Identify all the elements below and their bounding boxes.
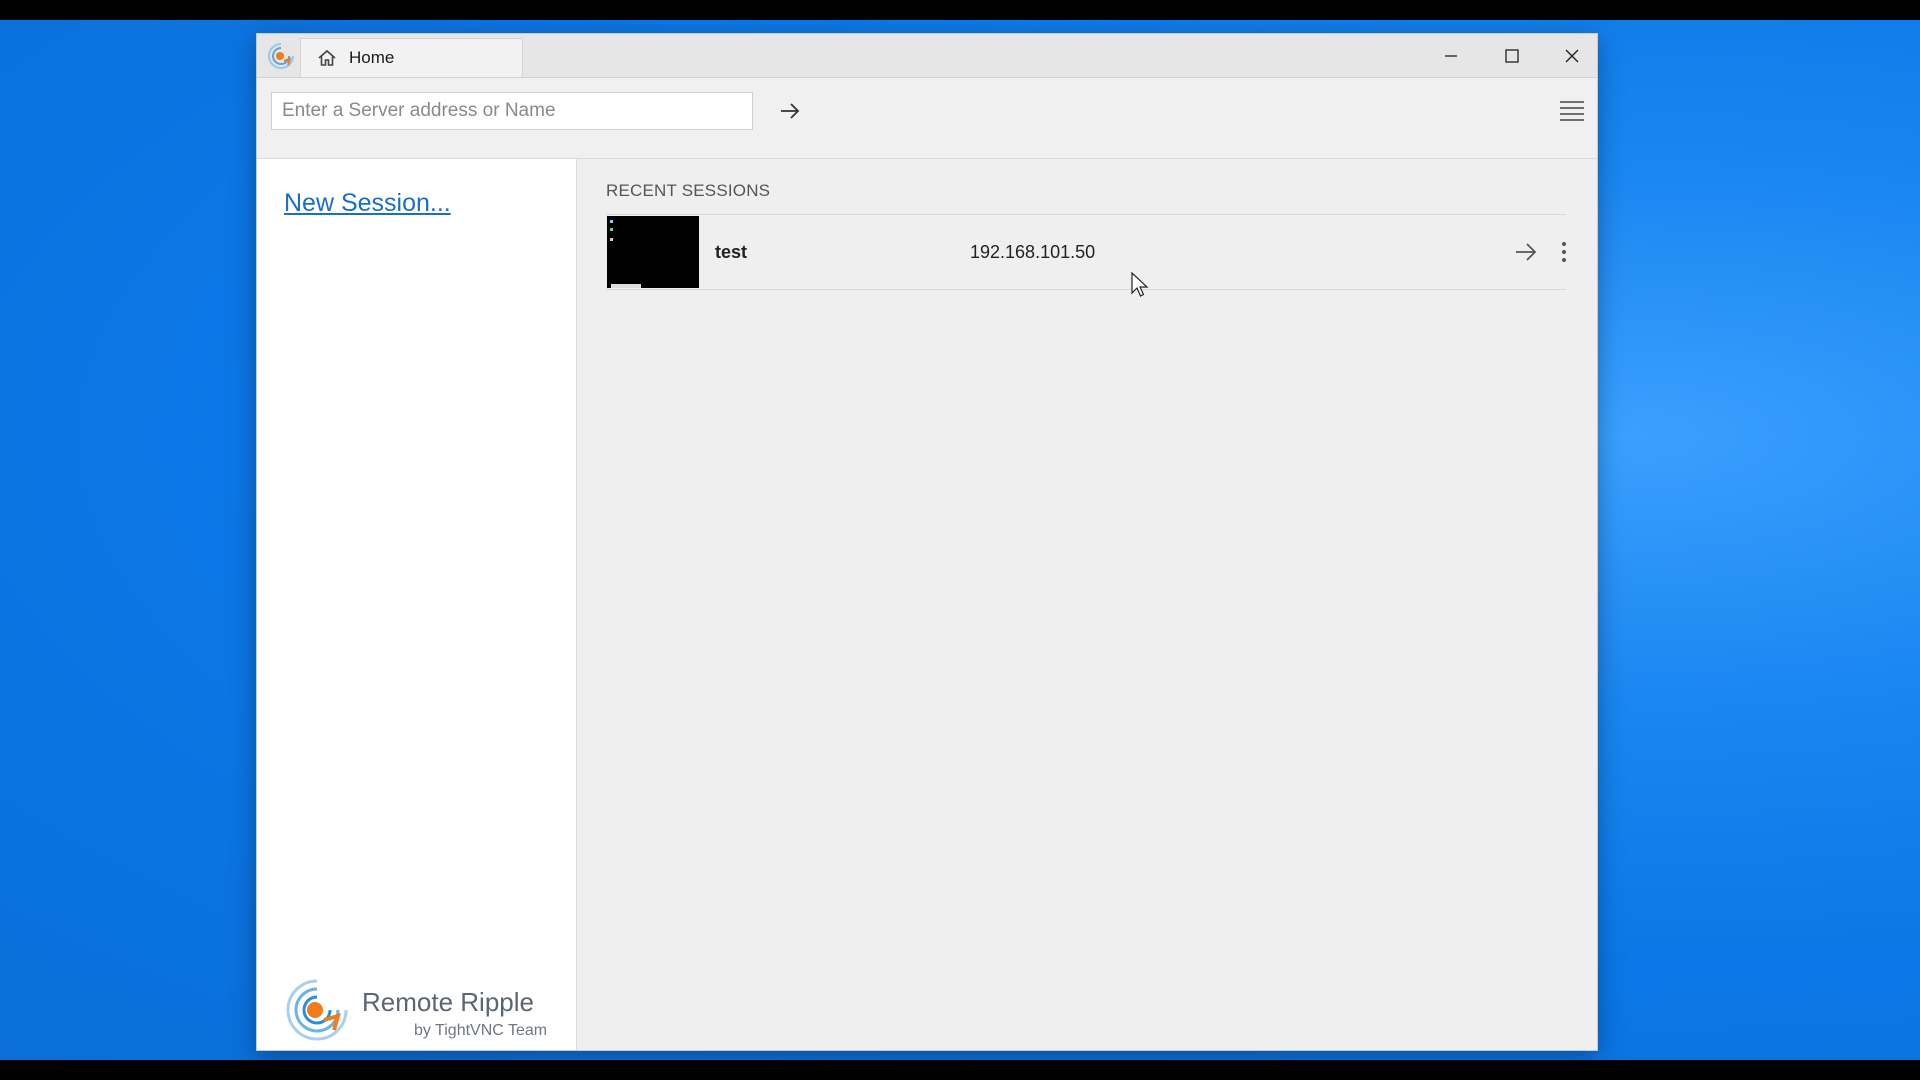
remote-ripple-logo-icon[interactable] bbox=[266, 41, 296, 71]
screen-bottom-border bbox=[0, 1060, 1920, 1080]
main-menu-button[interactable] bbox=[1555, 92, 1589, 130]
brand-subtitle: by TightVNC Team bbox=[414, 1022, 548, 1039]
tab-home[interactable]: Home bbox=[300, 38, 523, 77]
session-connect-button[interactable] bbox=[1508, 234, 1544, 270]
remote-ripple-logo bbox=[286, 979, 348, 1041]
minimize-icon bbox=[1445, 54, 1457, 57]
recent-sessions-heading: RECENT SESSIONS bbox=[606, 181, 771, 200]
arrow-right-icon bbox=[781, 103, 800, 119]
maximize-icon bbox=[1505, 48, 1519, 63]
address-toolbar bbox=[257, 78, 1597, 159]
app-window: Home Enter a Server address or Name New … bbox=[257, 34, 1597, 1050]
title-bar: Home bbox=[257, 34, 1597, 78]
mouse-cursor-icon bbox=[1131, 272, 1149, 297]
session-more-button[interactable] bbox=[1552, 234, 1576, 270]
session-address: 192.168.101.50 bbox=[970, 242, 1096, 262]
close-button[interactable] bbox=[1542, 34, 1602, 77]
maximize-button[interactable] bbox=[1482, 34, 1542, 77]
more-vertical-icon bbox=[1562, 242, 1566, 262]
new-session-link[interactable]: New Session... bbox=[284, 189, 451, 218]
home-icon bbox=[318, 49, 336, 66]
minimize-button[interactable] bbox=[1421, 34, 1481, 77]
main-content: RECENT SESSIONS test 192.168.101.50 bbox=[577, 159, 1597, 1050]
brand-name: Remote Ripple bbox=[362, 987, 534, 1017]
brand-footer: Remote Ripple by TightVNC Team bbox=[284, 977, 554, 1047]
session-thumbnail bbox=[607, 216, 699, 288]
tab-home-label: Home bbox=[349, 48, 395, 67]
connect-go-button[interactable] bbox=[770, 92, 810, 130]
server-address-input[interactable] bbox=[271, 92, 753, 130]
session-name: test bbox=[715, 242, 748, 262]
sidebar: New Session... Remote Ripple by TightVNC… bbox=[257, 159, 577, 1050]
arrow-right-icon bbox=[1516, 243, 1537, 261]
hamburger-menu-icon bbox=[1560, 101, 1584, 121]
session-row[interactable]: test 192.168.101.50 bbox=[606, 214, 1566, 290]
close-icon bbox=[1565, 49, 1579, 62]
